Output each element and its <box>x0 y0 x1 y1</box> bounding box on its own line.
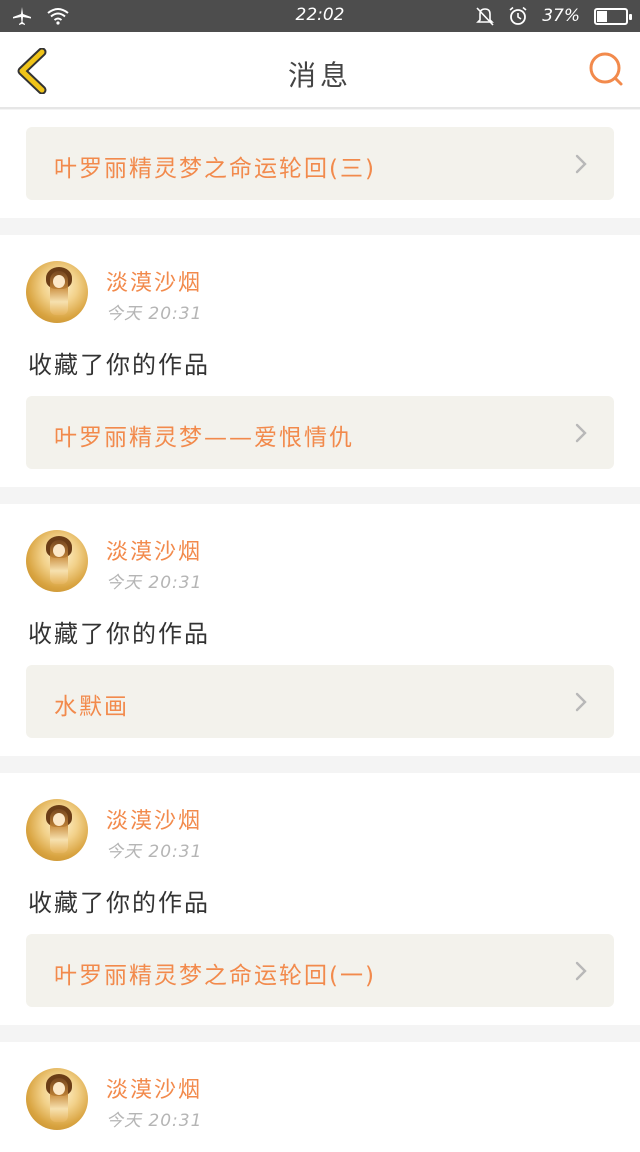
message-card: 淡漠沙烟 今天 20:31 收藏了你的作品 叶罗丽精灵梦——爱恨情仇 <box>0 235 640 487</box>
chevron-right-icon <box>575 961 587 981</box>
work-link[interactable]: 水默画 <box>26 665 614 738</box>
bell-off-icon <box>476 7 495 26</box>
avatar[interactable] <box>26 799 88 861</box>
header: 消息 <box>0 32 640 109</box>
username[interactable]: 淡漠沙烟 <box>106 534 202 566</box>
message-feed: 叶罗丽精灵梦之命运轮回(三) 淡漠沙烟 今天 20:31 收藏了你的作品 叶罗丽… <box>0 110 640 1152</box>
chevron-right-icon <box>575 423 587 443</box>
work-title: 水默画 <box>54 694 129 720</box>
message-card: 淡漠沙烟 今天 20:31 收藏了你的作品 水默画 <box>0 504 640 756</box>
message-card: 叶罗丽精灵梦之命运轮回(三) <box>0 110 640 218</box>
message-card: 淡漠沙烟 今天 20:31 <box>0 1042 640 1152</box>
message-time: 今天 20:31 <box>106 573 203 593</box>
message-time: 今天 20:31 <box>106 842 203 862</box>
action-text: 收藏了你的作品 <box>28 351 210 379</box>
action-text: 收藏了你的作品 <box>28 620 210 648</box>
username[interactable]: 淡漠沙烟 <box>106 803 202 835</box>
search-icon <box>589 52 623 86</box>
work-title: 叶罗丽精灵梦之命运轮回(一) <box>54 963 376 989</box>
avatar[interactable] <box>26 530 88 592</box>
message-card: 淡漠沙烟 今天 20:31 收藏了你的作品 叶罗丽精灵梦之命运轮回(一) <box>0 773 640 1025</box>
battery-fill <box>597 10 607 22</box>
work-title: 叶罗丽精灵梦之命运轮回(三) <box>54 156 376 182</box>
action-text: 收藏了你的作品 <box>28 889 210 917</box>
search-button[interactable] <box>586 50 626 90</box>
battery-percent: 37% <box>542 6 580 26</box>
battery-icon <box>594 7 632 25</box>
work-link[interactable]: 叶罗丽精灵梦之命运轮回(三) <box>26 127 614 200</box>
message-time: 今天 20:31 <box>106 1111 203 1131</box>
work-link[interactable]: 叶罗丽精灵梦——爱恨情仇 <box>26 396 614 469</box>
chevron-right-icon <box>575 692 587 712</box>
chevron-right-icon <box>575 154 587 174</box>
work-title: 叶罗丽精灵梦——爱恨情仇 <box>54 425 354 451</box>
alarm-icon <box>509 6 527 25</box>
status-bar: 22:02 37% <box>0 0 640 32</box>
avatar[interactable] <box>26 1068 88 1130</box>
work-link[interactable]: 叶罗丽精灵梦之命运轮回(一) <box>26 934 614 1007</box>
avatar[interactable] <box>26 261 88 323</box>
username[interactable]: 淡漠沙烟 <box>106 265 202 297</box>
page-title: 消息 <box>287 59 352 92</box>
message-time: 今天 20:31 <box>106 304 203 324</box>
status-right: 37% <box>476 5 632 27</box>
username[interactable]: 淡漠沙烟 <box>106 1072 202 1104</box>
